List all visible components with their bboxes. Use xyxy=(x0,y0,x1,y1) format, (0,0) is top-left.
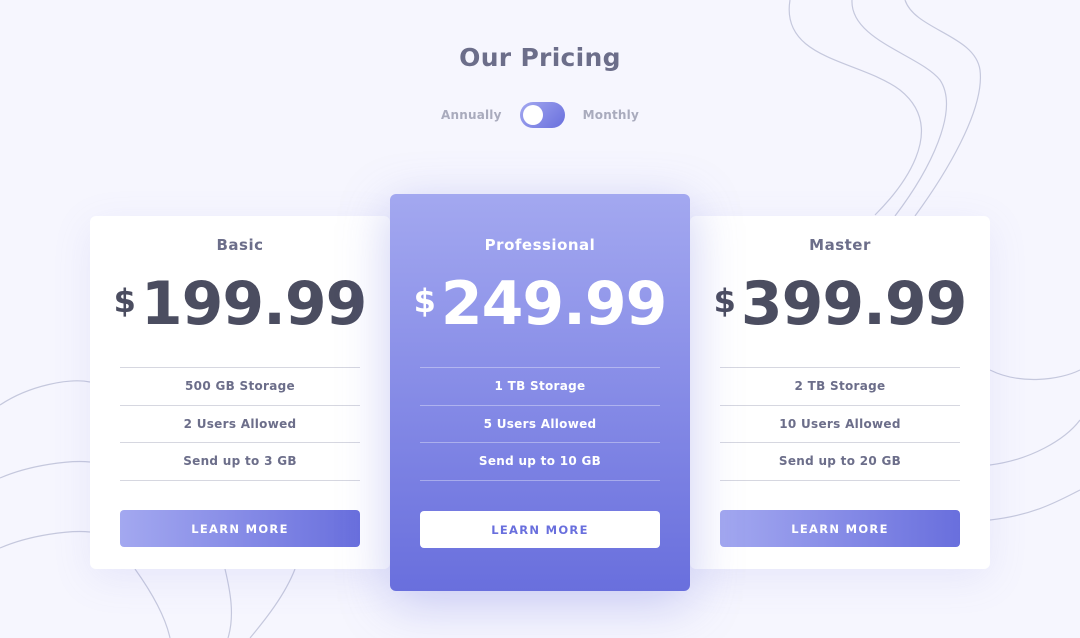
currency-symbol: $ xyxy=(713,282,736,320)
currency-symbol: $ xyxy=(413,282,436,320)
learn-more-button-master[interactable]: LEARN MORE xyxy=(720,510,960,547)
feature-list: 500 GB Storage 2 Users Allowed Send up t… xyxy=(120,367,360,481)
billing-period-toggle[interactable] xyxy=(519,102,565,128)
plan-price: $ 399.99 xyxy=(690,268,990,340)
feature-item: Send up to 3 GB xyxy=(120,443,360,481)
currency-symbol: $ xyxy=(113,282,136,320)
feature-item: 10 Users Allowed xyxy=(720,406,960,443)
page-title: Our Pricing xyxy=(459,43,621,72)
plan-price: $ 199.99 xyxy=(90,268,390,340)
plan-price: $ 249.99 xyxy=(390,268,690,340)
feature-item: 1 TB Storage xyxy=(420,368,660,406)
plan-name: Basic xyxy=(216,236,264,254)
plan-name: Master xyxy=(809,236,871,254)
plan-name: Professional xyxy=(484,236,596,254)
feature-item: 5 Users Allowed xyxy=(420,406,660,443)
learn-more-button-basic[interactable]: LEARN MORE xyxy=(120,510,360,547)
feature-item: Send up to 10 GB xyxy=(420,443,660,481)
price-amount: 399.99 xyxy=(740,269,968,339)
feature-item: Send up to 20 GB xyxy=(720,443,960,481)
feature-item: 500 GB Storage xyxy=(120,368,360,406)
feature-item: 2 Users Allowed xyxy=(120,406,360,443)
feature-list: 2 TB Storage 10 Users Allowed Send up to… xyxy=(720,367,960,481)
billing-toggle-row: Annually Monthly xyxy=(0,102,1080,128)
plan-card-professional: Professional $ 249.99 1 TB Storage 5 Use… xyxy=(390,194,690,591)
plan-card-master: Master $ 399.99 2 TB Storage 10 Users Al… xyxy=(690,216,990,569)
feature-item: 2 TB Storage xyxy=(720,368,960,406)
toggle-knob[interactable] xyxy=(522,105,543,125)
toggle-label-monthly[interactable]: Monthly xyxy=(583,108,639,122)
price-amount: 249.99 xyxy=(440,269,668,339)
feature-list: 1 TB Storage 5 Users Allowed Send up to … xyxy=(420,367,660,481)
plan-card-basic: Basic $ 199.99 500 GB Storage 2 Users Al… xyxy=(90,216,390,569)
toggle-label-annually[interactable]: Annually xyxy=(441,108,502,122)
learn-more-button-professional[interactable]: LEARN MORE xyxy=(420,511,660,548)
price-amount: 199.99 xyxy=(140,269,368,339)
